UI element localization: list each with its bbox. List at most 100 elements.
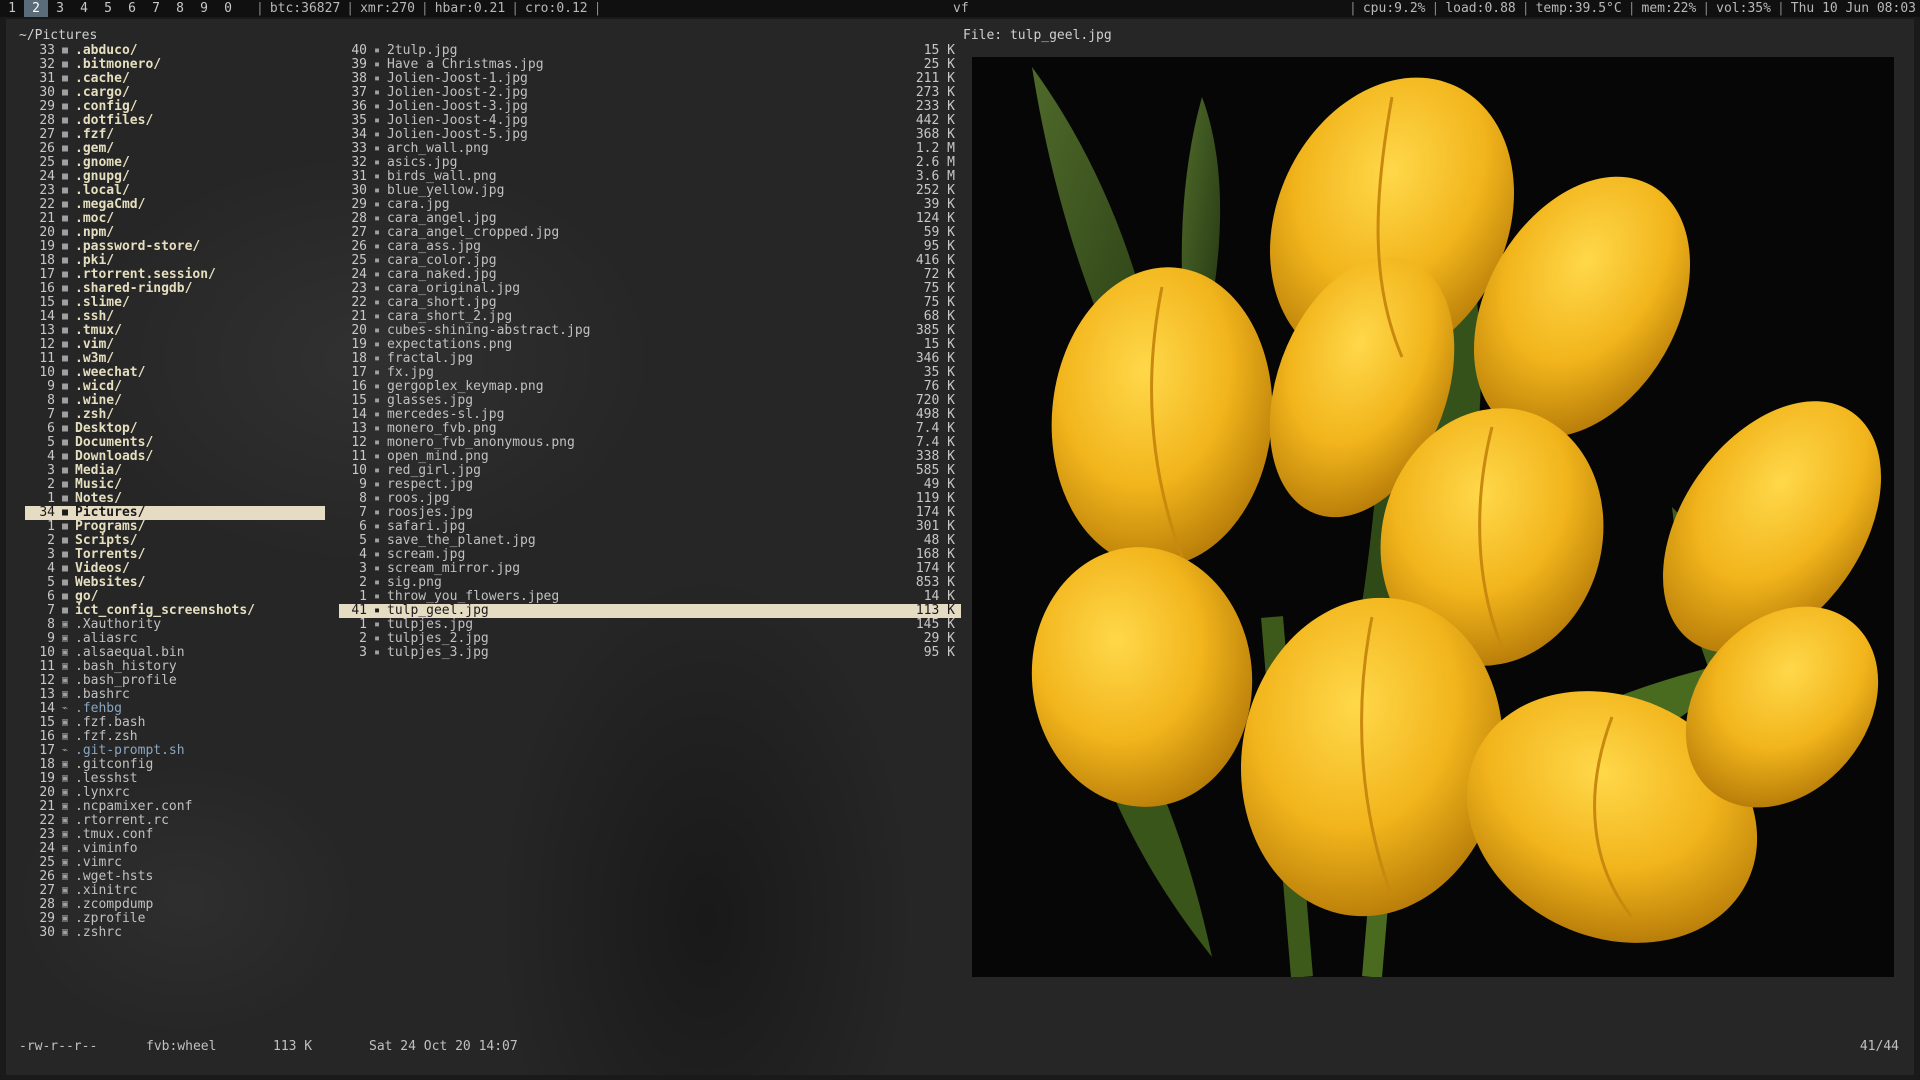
list-item[interactable]: 1 ▪ throw_you_flowers.jpeg 14 K (339, 590, 961, 604)
list-item[interactable]: 5 ■ Documents/ (25, 436, 325, 450)
list-item[interactable]: 34 ■ Pictures/ (25, 506, 325, 520)
list-item[interactable]: 23 ■ .local/ (25, 184, 325, 198)
list-item[interactable]: 14 ▪ mercedes-sl.jpg 498 K (339, 408, 961, 422)
parent-directory-list[interactable]: 33 ■ .abduco/32 ■ .bitmonero/31 ■ .cache/30 ■ .c… (25, 44, 325, 940)
list-item[interactable]: 30 ▪ blue_yellow.jpg 252 K (339, 184, 961, 198)
workspace-button[interactable]: 4 (72, 0, 96, 17)
list-item[interactable]: 28 ▪ cara_angel.jpg 124 K (339, 212, 961, 226)
list-item[interactable]: 17 ■ .rtorrent.session/ (25, 268, 325, 282)
list-item[interactable]: 18 ▪ fractal.jpg 346 K (339, 352, 961, 366)
list-item[interactable]: 21 ■ .moc/ (25, 212, 325, 226)
list-item[interactable]: 12 ■ .vim/ (25, 338, 325, 352)
list-item[interactable]: 4 ■ Downloads/ (25, 450, 325, 464)
list-item[interactable]: 3 ■ Torrents/ (25, 548, 325, 562)
list-item[interactable]: 10 ▪ red_girl.jpg 585 K (339, 464, 961, 478)
list-item[interactable]: 32 ■ .bitmonero/ (25, 58, 325, 72)
list-item[interactable]: 12 ▪ monero_fvb_anonymous.png 7.4 K (339, 436, 961, 450)
list-item[interactable]: 29 ■ .config/ (25, 100, 325, 114)
list-item[interactable]: 5 ▪ save_the_planet.jpg 48 K (339, 534, 961, 548)
list-item[interactable]: 10 ■ .weechat/ (25, 366, 325, 380)
list-item[interactable]: 2 ■ Scripts/ (25, 534, 325, 548)
list-item[interactable]: 26 ■ .gem/ (25, 142, 325, 156)
list-item[interactable]: 17 ▪ fx.jpg 35 K (339, 366, 961, 380)
list-item[interactable]: 24 ▣ .viminfo (25, 842, 325, 856)
list-item[interactable]: 34 ▪ Jolien-Joost-5.jpg 368 K (339, 128, 961, 142)
list-item[interactable]: 35 ▪ Jolien-Joost-4.jpg 442 K (339, 114, 961, 128)
list-item[interactable]: 2 ▪ sig.png 853 K (339, 576, 961, 590)
list-item[interactable]: 13 ■ .tmux/ (25, 324, 325, 338)
list-item[interactable]: 11 ▪ open_mind.png 338 K (339, 450, 961, 464)
list-item[interactable]: 23 ▪ cara_original.jpg 75 K (339, 282, 961, 296)
list-item[interactable]: 31 ■ .cache/ (25, 72, 325, 86)
list-item[interactable]: 29 ▣ .zprofile (25, 912, 325, 926)
list-item[interactable]: 41 ▪ tulp_geel.jpg 113 K (339, 604, 961, 618)
list-item[interactable]: 24 ▪ cara_naked.jpg 72 K (339, 268, 961, 282)
workspace-button[interactable]: 1 (0, 0, 24, 17)
list-item[interactable]: 31 ▪ birds_wall.png 3.6 M (339, 170, 961, 184)
list-item[interactable]: 25 ■ .gnome/ (25, 156, 325, 170)
list-item[interactable]: 3 ▪ scream_mirror.jpg 174 K (339, 562, 961, 576)
list-item[interactable]: 22 ▣ .rtorrent.rc (25, 814, 325, 828)
list-item[interactable]: 21 ▪ cara_short_2.jpg 68 K (339, 310, 961, 324)
list-item[interactable]: 27 ▣ .xinitrc (25, 884, 325, 898)
list-item[interactable]: 1 ▪ tulpjes.jpg 145 K (339, 618, 961, 632)
list-item[interactable]: 9 ▣ .aliasrc (25, 632, 325, 646)
list-item[interactable]: 16 ▪ gergoplex_keymap.png 76 K (339, 380, 961, 394)
list-item[interactable]: 33 ▪ arch_wall.png 1.2 M (339, 142, 961, 156)
workspace-button[interactable]: 0 (216, 0, 240, 17)
terminal-window[interactable]: ~/Pictures 33 ■ .abduco/32 ■ .bitmonero/31 ■.… (6, 19, 1914, 1075)
list-item[interactable]: 14 ⌁ .fehbg (25, 702, 325, 716)
list-item[interactable]: 17 ⌁ .git-prompt.sh (25, 744, 325, 758)
list-item[interactable]: 5 ■ Websites/ (25, 576, 325, 590)
list-item[interactable]: 25 ▣ .vimrc (25, 856, 325, 870)
list-item[interactable]: 28 ■ .dotfiles/ (25, 114, 325, 128)
list-item[interactable]: 9 ■ .wicd/ (25, 380, 325, 394)
list-item[interactable]: 19 ▣ .lesshst (25, 772, 325, 786)
list-item[interactable]: 7 ▪ roosjes.jpg 174 K (339, 506, 961, 520)
list-item[interactable]: 16 ■ .shared-ringdb/ (25, 282, 325, 296)
list-item[interactable]: 15 ▣ .fzf.bash (25, 716, 325, 730)
list-item[interactable]: 6 ■ Desktop/ (25, 422, 325, 436)
list-item[interactable]: 15 ▪ glasses.jpg 720 K (339, 394, 961, 408)
list-item[interactable]: 26 ▣ .wget-hsts (25, 870, 325, 884)
list-item[interactable]: 20 ▣ .lynxrc (25, 786, 325, 800)
list-item[interactable]: 2 ▪ tulpjes_2.jpg 29 K (339, 632, 961, 646)
list-item[interactable]: 27 ▪ cara_angel_cropped.jpg 59 K (339, 226, 961, 240)
list-item[interactable]: 21 ▣ .ncpamixer.conf (25, 800, 325, 814)
list-item[interactable]: 14 ■ .ssh/ (25, 310, 325, 324)
workspace-button[interactable]: 2 (24, 0, 48, 17)
list-item[interactable]: 28 ▣ .zcompdump (25, 898, 325, 912)
list-item[interactable]: 20 ■ .npm/ (25, 226, 325, 240)
list-item[interactable]: 16 ▣ .fzf.zsh (25, 730, 325, 744)
list-item[interactable]: 37 ▪ Jolien-Joost-2.jpg 273 K (339, 86, 961, 100)
list-item[interactable]: 27 ■ .fzf/ (25, 128, 325, 142)
list-item[interactable]: 15 ■ .slime/ (25, 296, 325, 310)
list-item[interactable]: 29 ▪ cara.jpg 39 K (339, 198, 961, 212)
list-item[interactable]: 4 ■ Videos/ (25, 562, 325, 576)
list-item[interactable]: 13 ▣ .bashrc (25, 688, 325, 702)
list-item[interactable]: 2 ■ Music/ (25, 478, 325, 492)
list-item[interactable]: 24 ■ .gnupg/ (25, 170, 325, 184)
list-item[interactable]: 19 ■ .password-store/ (25, 240, 325, 254)
list-item[interactable]: 9 ▪ respect.jpg 49 K (339, 478, 961, 492)
list-item[interactable]: 6 ▪ safari.jpg 301 K (339, 520, 961, 534)
workspace-button[interactable]: 9 (192, 0, 216, 17)
list-item[interactable]: 18 ■ .pki/ (25, 254, 325, 268)
list-item[interactable]: 30 ■ .cargo/ (25, 86, 325, 100)
list-item[interactable]: 7 ■ ict_config_screenshots/ (25, 604, 325, 618)
list-item[interactable]: 13 ▪ monero_fvb.png 7.4 K (339, 422, 961, 436)
list-item[interactable]: 30 ▣ .zshrc (25, 926, 325, 940)
list-item[interactable]: 3 ▪ tulpjes_3.jpg 95 K (339, 646, 961, 660)
list-item[interactable]: 3 ■ Media/ (25, 464, 325, 478)
current-directory-list[interactable]: 40 ▪ 2tulp.jpg 15 K 39 ▪ Have a Christmas.jpg 2… (339, 44, 961, 660)
list-item[interactable]: 8 ■ .wine/ (25, 394, 325, 408)
list-item[interactable]: 11 ▣ .bash_history (25, 660, 325, 674)
list-item[interactable]: 6 ■ go/ (25, 590, 325, 604)
list-item[interactable]: 1 ■ Programs/ (25, 520, 325, 534)
workspace-button[interactable]: 7 (144, 0, 168, 17)
list-item[interactable]: 11 ■ .w3m/ (25, 352, 325, 366)
list-item[interactable]: 1 ■ Notes/ (25, 492, 325, 506)
list-item[interactable]: 25 ▪ cara_color.jpg 416 K (339, 254, 961, 268)
list-item[interactable]: 19 ▪ expectations.png 15 K (339, 338, 961, 352)
list-item[interactable]: 18 ▣ .gitconfig (25, 758, 325, 772)
